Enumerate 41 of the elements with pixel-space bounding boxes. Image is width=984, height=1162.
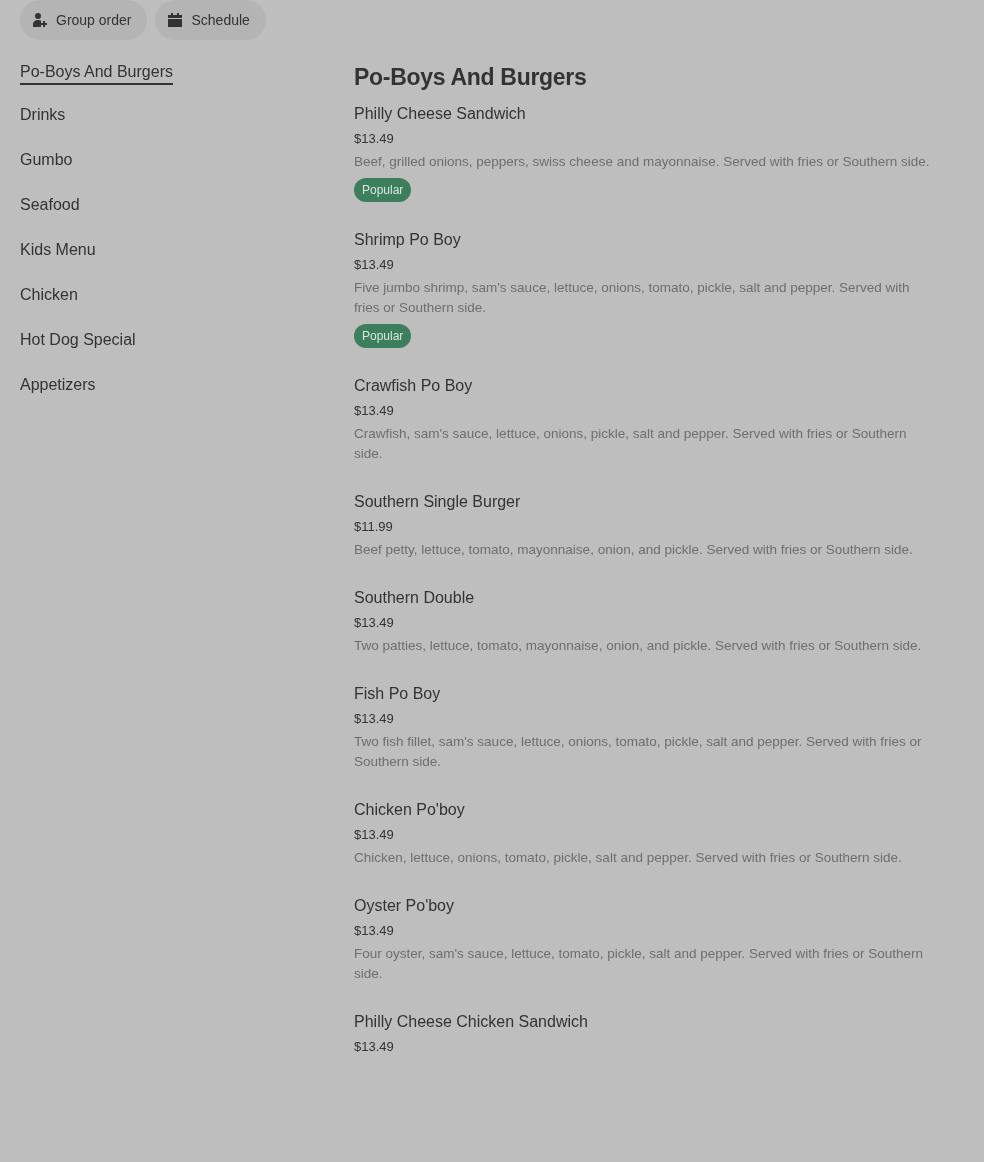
item-price: $13.49 (354, 710, 395, 728)
item-description: Beef petty, lettuce, tomato, mayonnaise, onion, and pickle. Served with fries or Southern side. (354, 541, 914, 559)
popular-badge: Popular (354, 178, 412, 202)
category-link[interactable]: Kids Menu (20, 240, 96, 263)
item-name: Chicken Po'boy (354, 800, 466, 820)
item-description: Two patties, lettuce, tomato, mayonnaise, onion, and pickle. Served with fries or Southern side. (354, 637, 923, 655)
item-price: $13.49 (354, 130, 395, 148)
item-description: Chicken, lettuce, onions, tomato, pickle, salt and pepper. Served with fries or Southern side. (354, 849, 903, 867)
category-link[interactable]: Chicken (20, 285, 78, 308)
category-link[interactable]: Drinks (20, 105, 66, 128)
group-order-button[interactable]: Group order (20, 0, 148, 40)
item-price: $13.49 (354, 1038, 395, 1056)
category-link[interactable]: Gumbo (20, 150, 73, 173)
item-description: Four oyster, sam's sauce, lettuce, tomato, pickle, salt and pepper. Served with fries or Southern side. (354, 945, 925, 983)
category-link[interactable]: Seafood (20, 195, 80, 218)
item-price: $13.49 (354, 922, 395, 940)
item-price: $13.49 (354, 614, 395, 632)
item-price: $13.49 (354, 402, 395, 420)
calendar-icon (167, 12, 184, 28)
item-description: Crawfish, sam's sauce, lettuce, onions, pickle, salt and pepper. Served with fries or Southern side. (354, 425, 908, 463)
item-name: Oyster Po'boy (354, 896, 455, 916)
item-price: $13.49 (354, 826, 395, 844)
item-name: Southern Single Burger (354, 492, 522, 512)
category-link[interactable]: Hot Dog Special (20, 330, 136, 353)
category-link[interactable]: Appetizers (20, 375, 96, 398)
section-title: Po-Boys And Burgers (354, 63, 588, 92)
schedule-button[interactable]: Schedule (155, 0, 266, 40)
category-link[interactable]: Po-Boys And Burgers (20, 62, 173, 85)
person-add-icon (32, 12, 48, 28)
item-name: Southern Double (354, 588, 476, 608)
item-name: Shrimp Po Boy (354, 230, 462, 250)
popular-badge: Popular (354, 324, 412, 348)
item-price: $13.49 (354, 256, 395, 274)
item-price: $11.99 (354, 518, 394, 536)
item-description: Beef, grilled onions, peppers, swiss cheese and mayonnaise. Served with fries or Southern side. (354, 153, 931, 171)
item-description: Five jumbo shrimp, sam's sauce, lettuce, onions, tomato, pickle, salt and pepper. Served with fries or Southern side. (354, 279, 911, 317)
item-name: Crawfish Po Boy (354, 376, 474, 396)
item-name: Fish Po Boy (354, 684, 442, 704)
item-name: Philly Cheese Sandwich (354, 104, 527, 124)
item-name: Philly Cheese Chicken Sandwich (354, 1012, 589, 1032)
item-description: Two fish fillet, sam's sauce, lettuce, onions, tomato, pickle, salt and pepper. Served with fries or Southern side. (354, 733, 923, 771)
